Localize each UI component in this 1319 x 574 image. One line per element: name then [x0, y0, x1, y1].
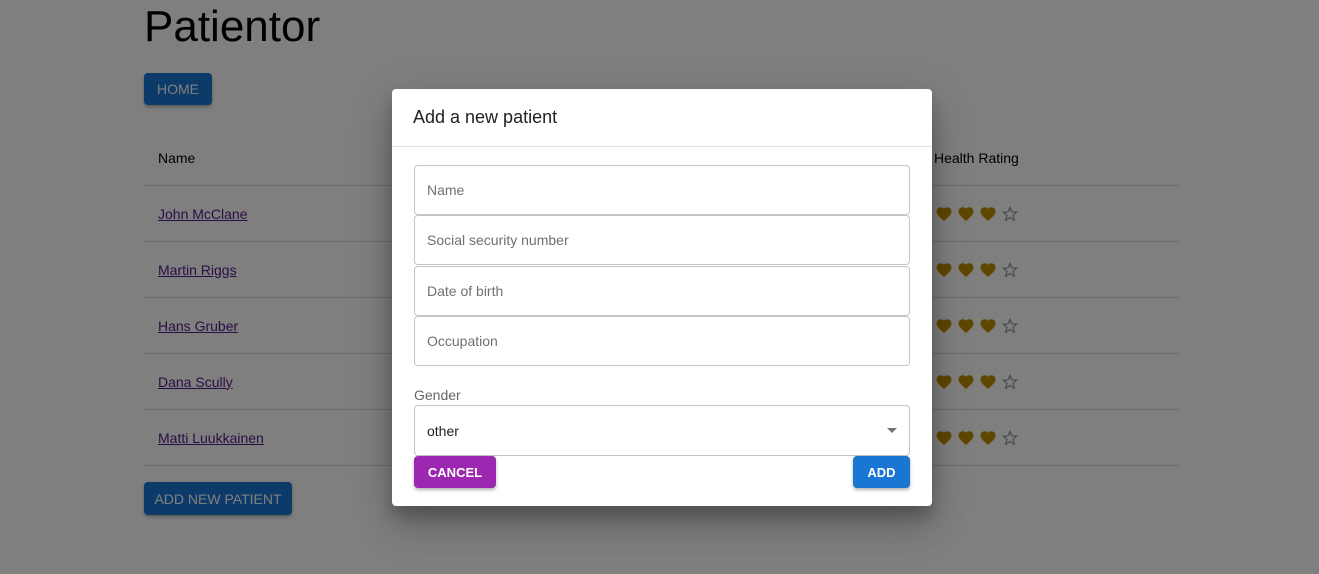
- gender-label: Gender: [414, 387, 461, 403]
- occupation-field[interactable]: Occupation: [414, 316, 910, 366]
- dob-placeholder: Date of birth: [427, 283, 504, 299]
- cancel-button[interactable]: CANCEL: [414, 456, 496, 488]
- add-button[interactable]: ADD: [853, 456, 910, 488]
- name-field[interactable]: Name: [414, 165, 910, 215]
- dialog-title: Add a new patient: [392, 89, 932, 147]
- date-of-birth-field[interactable]: Date of birth: [414, 266, 910, 316]
- name-placeholder: Name: [427, 182, 465, 198]
- ssn-placeholder: Social security number: [427, 232, 569, 248]
- ssn-field[interactable]: Social security number: [414, 215, 910, 265]
- occupation-placeholder: Occupation: [427, 333, 498, 349]
- add-patient-dialog: Add a new patient Name Social security n…: [392, 89, 932, 506]
- gender-select[interactable]: other: [414, 405, 910, 456]
- caret-down-icon: [887, 428, 897, 433]
- gender-selected-value: other: [427, 422, 459, 439]
